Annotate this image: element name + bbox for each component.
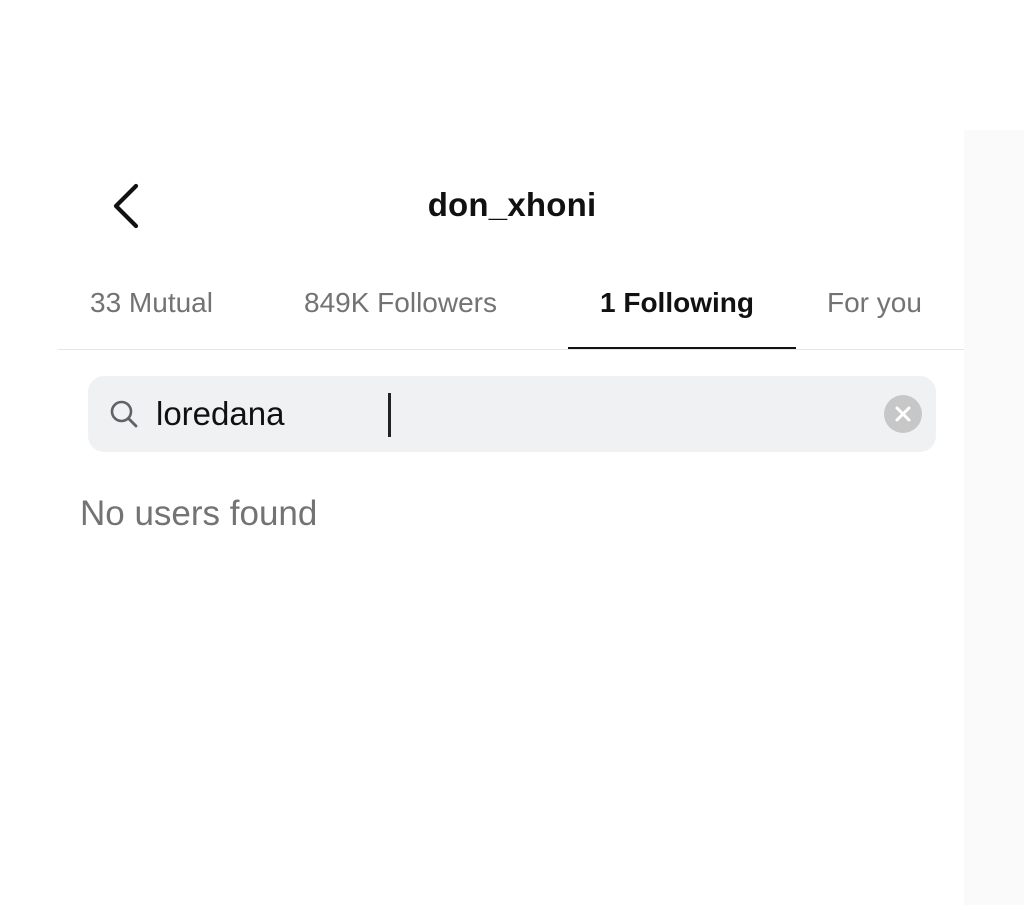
text-caret (388, 393, 391, 437)
tab-bar: 33 Mutual 849K Followers 1 Following For… (58, 280, 964, 350)
search-icon (108, 398, 140, 430)
search-input[interactable] (156, 388, 856, 440)
screen-edge (964, 130, 1024, 905)
tab-for-you[interactable]: For you (827, 280, 922, 350)
search-bar[interactable] (88, 376, 936, 452)
tabs-divider (58, 349, 964, 350)
tab-mutual[interactable]: 33 Mutual (90, 280, 213, 350)
clear-search-button[interactable] (884, 395, 922, 433)
tab-following[interactable]: 1 Following (600, 280, 754, 350)
following-screen: don_xhoni 33 Mutual 849K Followers 1 Fol… (0, 0, 1024, 905)
page-title: don_xhoni (427, 186, 597, 223)
empty-results-message: No users found (80, 494, 318, 533)
tab-followers[interactable]: 849K Followers (304, 280, 497, 350)
clear-icon (884, 395, 922, 433)
